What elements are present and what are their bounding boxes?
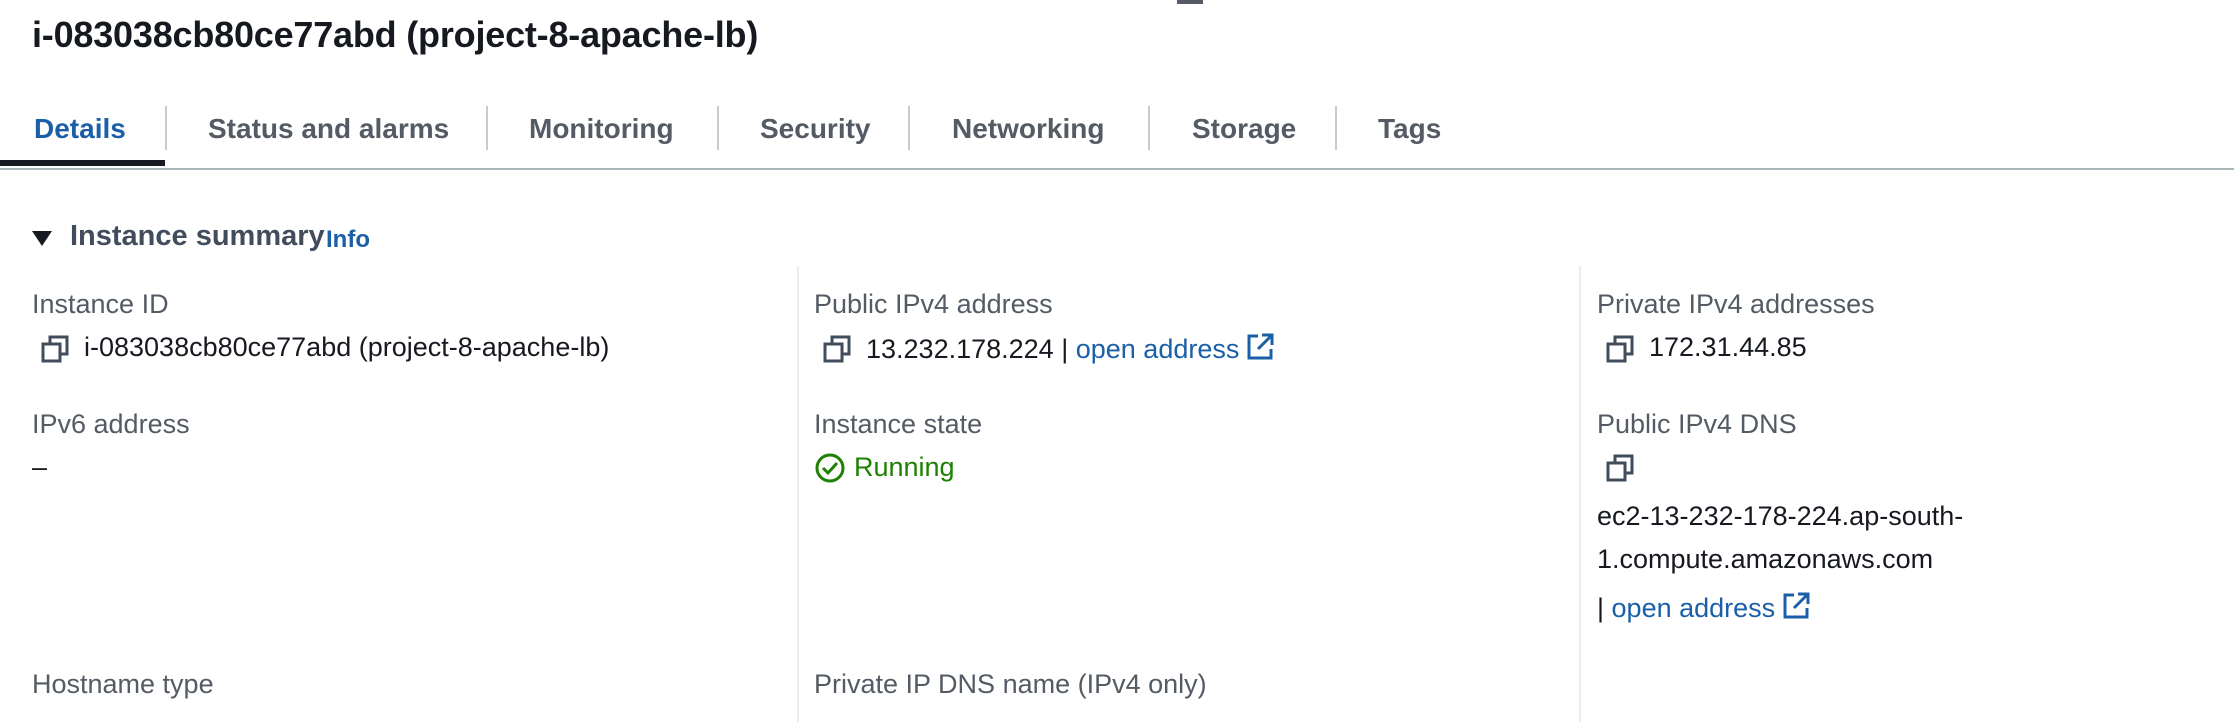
tab-divider xyxy=(908,106,910,150)
public-dns-line2: 1.compute.amazonaws.com xyxy=(1597,544,1934,574)
private-ipv4-value: 172.31.44.85 xyxy=(1649,332,1807,362)
window-drag-handle xyxy=(1177,0,1203,4)
tab-divider xyxy=(165,106,167,150)
tab-security[interactable]: Security xyxy=(760,104,871,168)
copy-icon[interactable] xyxy=(1606,454,1634,482)
public-dns-line1: ec2-13-232-178-224.ap-south- xyxy=(1597,501,1964,531)
info-link[interactable]: Info xyxy=(326,226,370,254)
page-title: i-083038cb80ce77abd (project-8-apache-lb… xyxy=(32,14,759,55)
instance-state-label: Instance state xyxy=(814,409,983,439)
tab-divider xyxy=(1335,106,1337,150)
open-address-link[interactable]: open address xyxy=(1612,593,1776,623)
private-ip-dns-label: Private IP DNS name (IPv4 only) xyxy=(814,669,1207,699)
tab-divider xyxy=(486,106,488,150)
public-ipv4-dns-label: Public IPv4 DNS xyxy=(1597,409,1797,439)
public-ipv4-value: 13.232.178.224 | open address xyxy=(866,332,1275,365)
external-link-icon[interactable] xyxy=(1245,332,1275,362)
active-tab-indicator xyxy=(0,160,165,166)
copy-icon[interactable] xyxy=(1606,335,1634,363)
public-dns-open-address: | open address xyxy=(1597,591,1811,624)
hostname-type-label: Hostname type xyxy=(32,669,214,699)
column-divider xyxy=(797,266,799,722)
public-ipv4-label: Public IPv4 address xyxy=(814,289,1053,319)
copy-icon[interactable] xyxy=(41,335,69,363)
tab-bar: Details Status and alarms Monitoring Sec… xyxy=(0,104,2234,170)
caret-down-icon[interactable] xyxy=(32,231,52,246)
external-link-icon[interactable] xyxy=(1781,591,1811,621)
tab-divider xyxy=(717,106,719,150)
public-ipv4-text: 13.232.178.224 xyxy=(866,334,1054,364)
tab-monitoring[interactable]: Monitoring xyxy=(529,104,674,168)
column-divider xyxy=(1579,266,1581,722)
private-ipv4-label: Private IPv4 addresses xyxy=(1597,289,1875,319)
instance-id-label: Instance ID xyxy=(32,289,169,319)
ipv6-address-value: – xyxy=(32,452,48,482)
tab-tags[interactable]: Tags xyxy=(1378,104,1441,168)
tab-status-and-alarms[interactable]: Status and alarms xyxy=(208,104,449,168)
open-address-link[interactable]: open address xyxy=(1076,334,1240,364)
separator: | xyxy=(1061,334,1069,364)
tab-divider xyxy=(1148,106,1150,150)
copy-icon[interactable] xyxy=(823,335,851,363)
tab-details[interactable]: Details xyxy=(34,104,126,168)
section-title: Instance summary xyxy=(70,220,325,252)
tab-networking[interactable]: Networking xyxy=(952,104,1104,168)
ipv6-address-label: IPv6 address xyxy=(32,409,190,439)
separator: | xyxy=(1597,593,1605,623)
check-circle-icon xyxy=(815,453,845,483)
instance-id-value: i-083038cb80ce77abd (project-8-apache-lb… xyxy=(84,332,610,362)
instance-state-value: Running xyxy=(854,452,955,482)
tab-storage[interactable]: Storage xyxy=(1192,104,1296,168)
